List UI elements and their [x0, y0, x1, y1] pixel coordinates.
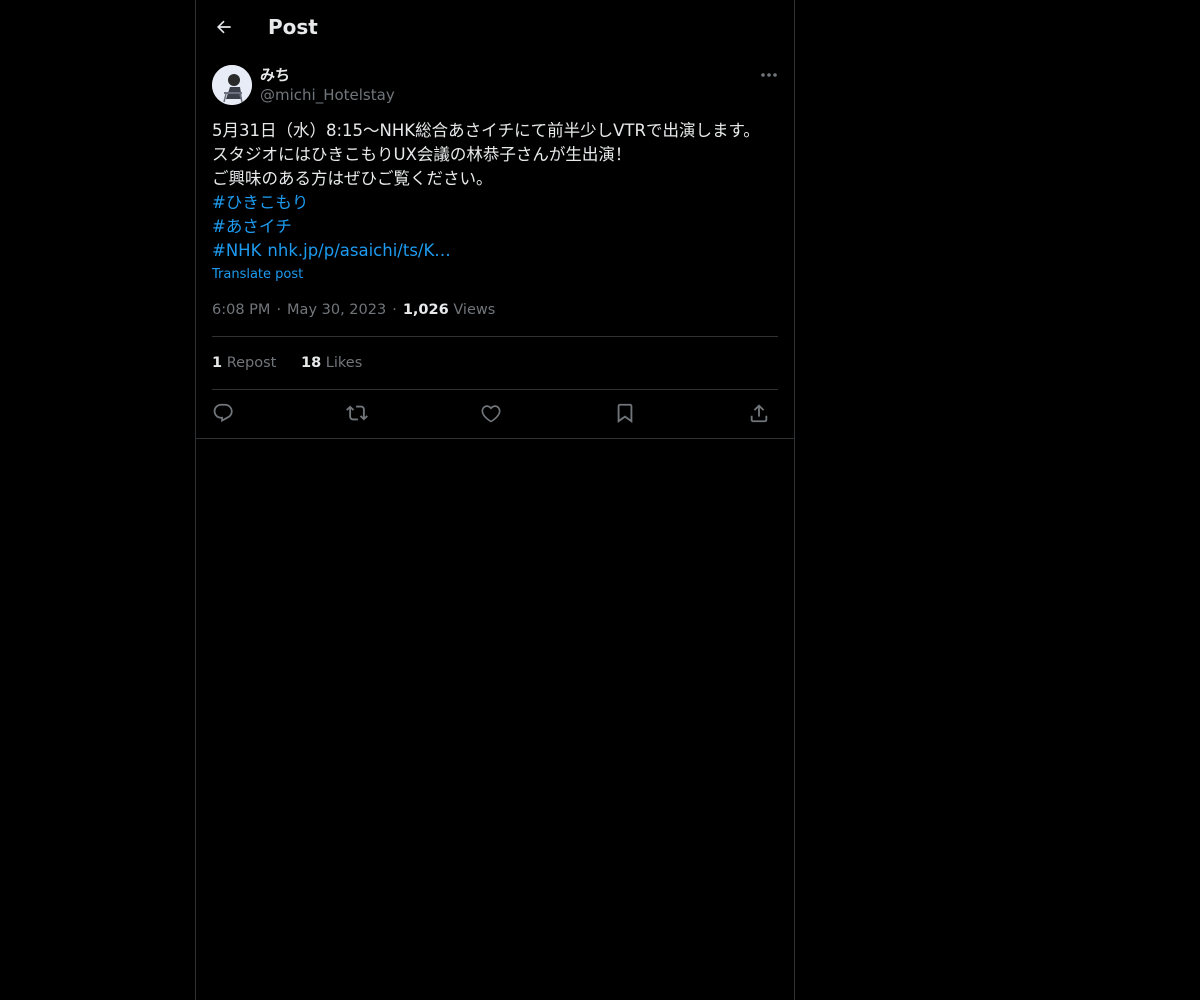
bookmark-icon: [614, 402, 636, 424]
reply-button[interactable]: [208, 399, 238, 427]
like-button[interactable]: [476, 399, 506, 427]
user-handle[interactable]: @michi_Hotelstay: [260, 85, 395, 105]
likes-label: Likes: [325, 355, 363, 371]
post-text-line: ご興味のある方はぜひご覧ください。: [212, 169, 493, 188]
reposts-stat[interactable]: 1 Repost: [212, 355, 276, 371]
share-button[interactable]: [744, 399, 774, 427]
arrow-left-icon: [214, 17, 234, 37]
translate-post-link[interactable]: Translate post: [212, 266, 303, 284]
post-meta: 6:08 PM · May 30, 2023 · 1,026 Views: [212, 300, 495, 320]
separator: ·: [276, 302, 282, 318]
more-horizontal-icon: [760, 72, 778, 78]
post-time[interactable]: 6:08 PM: [212, 302, 270, 318]
views-label: Views: [453, 302, 496, 318]
repost-button[interactable]: [342, 399, 372, 427]
main-column: Post みち @michi_Hotelstay 5月31日（水）8:15〜NH…: [195, 0, 795, 1000]
post: みち @michi_Hotelstay 5月31日（水）8:15〜NHK総合あさ…: [196, 56, 794, 439]
divider: [212, 336, 778, 337]
divider: [212, 389, 778, 390]
post-stats: 1 Repost 18 Likes: [212, 353, 382, 373]
action-bar: [212, 399, 778, 427]
hashtag-link[interactable]: #あさイチ: [212, 217, 292, 236]
hashtag-link[interactable]: #NHK: [212, 241, 261, 260]
bookmark-button[interactable]: [610, 399, 640, 427]
share-icon: [748, 402, 770, 424]
top-bar: Post: [196, 0, 794, 56]
views-count: 1,026: [402, 302, 449, 318]
post-text-line: 5月31日（水）8:15〜NHK総合あさイチにて前半少しVTRで出演します。: [212, 121, 760, 140]
avatar[interactable]: [212, 65, 252, 105]
likes-stat[interactable]: 18 Likes: [301, 355, 362, 371]
external-link[interactable]: nhk.jp/p/asaichi/ts/K…: [267, 241, 450, 260]
more-button[interactable]: [756, 62, 782, 88]
post-text: 5月31日（水）8:15〜NHK総合あさイチにて前半少しVTRで出演します。 ス…: [212, 119, 778, 263]
post-text-line: スタジオにはひきこもりUX会議の林恭子さんが生出演！: [212, 145, 632, 164]
repost-icon: [346, 402, 368, 424]
separator: ·: [392, 302, 397, 318]
reposts-count: 1: [212, 355, 223, 371]
back-button[interactable]: [206, 9, 242, 45]
page-title: Post: [268, 15, 318, 39]
likes-count: 18: [300, 355, 322, 371]
hashtag-link[interactable]: #ひきこもり: [212, 193, 308, 212]
reposts-label: Repost: [226, 355, 277, 371]
post-date[interactable]: May 30, 2023: [287, 302, 386, 318]
display-name[interactable]: みち: [260, 65, 290, 85]
reply-icon: [212, 402, 234, 424]
heart-icon: [480, 402, 502, 424]
